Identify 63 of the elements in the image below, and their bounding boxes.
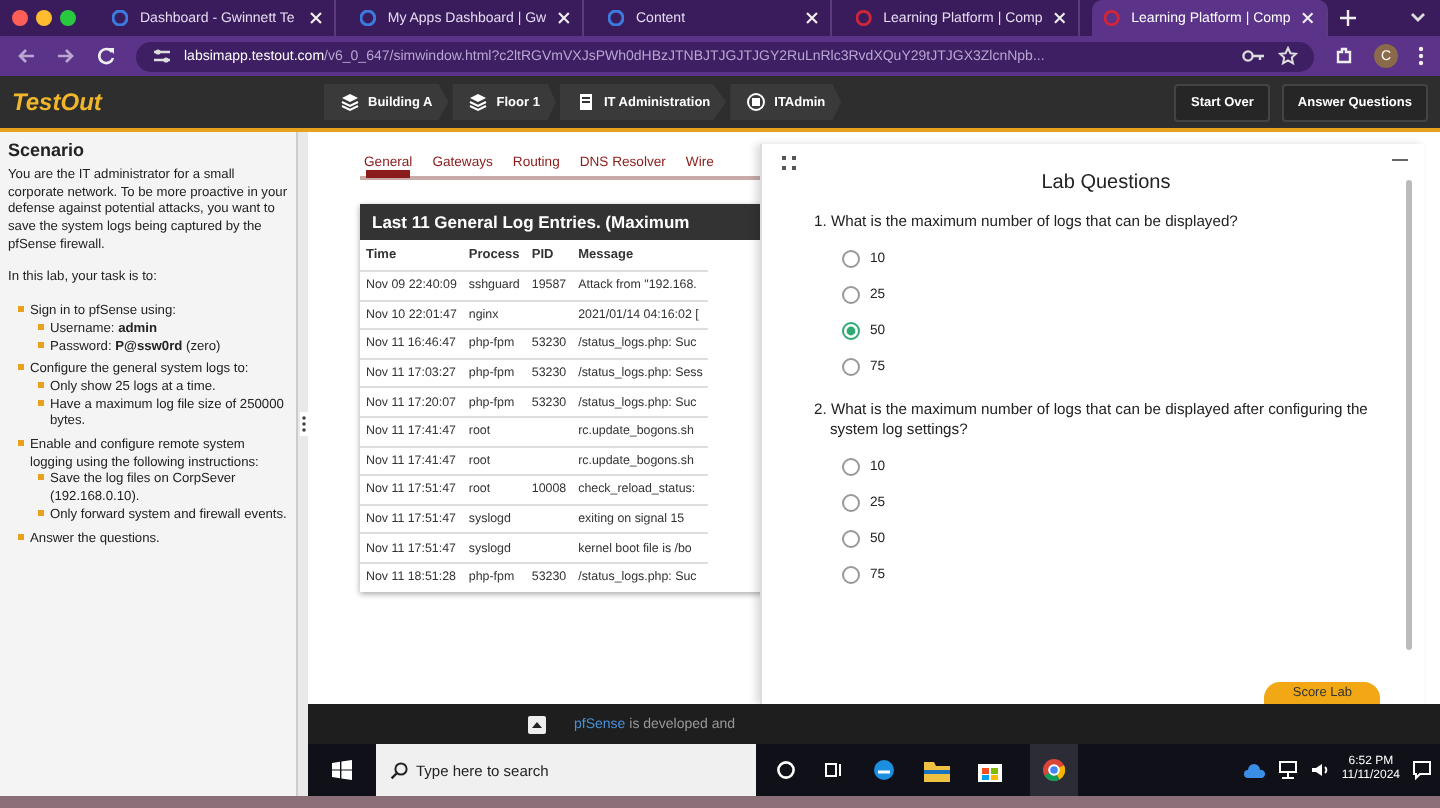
drag-handle-icon[interactable] — [299, 412, 307, 436]
layers-icon — [468, 92, 489, 112]
star-icon[interactable] — [1278, 46, 1298, 66]
chevron-icon[interactable] — [1408, 10, 1428, 26]
radio-button[interactable] — [842, 321, 860, 340]
radio-button[interactable] — [842, 457, 860, 476]
bullet-icon — [38, 341, 44, 347]
site-icon — [360, 10, 376, 26]
search-icon — [390, 761, 408, 779]
cloud-icon[interactable] — [1243, 763, 1266, 777]
logo: TestOut — [12, 88, 105, 116]
panel-title: Lab Questions — [1039, 172, 1173, 194]
scenario-title: Scenario — [8, 140, 87, 164]
bullet-icon — [38, 399, 44, 406]
windows-start-icon[interactable] — [332, 760, 352, 780]
table-title: Last 11 General Log Entries. (Maximum — [360, 204, 760, 240]
radio-button[interactable] — [842, 565, 860, 584]
bullet-icon — [38, 381, 44, 388]
cortana-icon[interactable] — [776, 760, 796, 780]
chrome-icon[interactable] — [1030, 744, 1078, 796]
edge-icon[interactable] — [872, 758, 896, 782]
device-icon — [746, 92, 767, 112]
site-settings-icon[interactable] — [152, 48, 172, 64]
document-icon — [575, 92, 596, 112]
radio-button[interactable] — [842, 357, 860, 376]
forward-icon[interactable] — [56, 46, 76, 66]
scrollbar[interactable] — [1406, 180, 1412, 650]
radio-button[interactable] — [842, 529, 860, 548]
site-icon — [112, 10, 128, 26]
collapse-icon[interactable] — [782, 156, 796, 170]
scroll-top-icon[interactable] — [528, 715, 546, 733]
notifications-icon[interactable] — [1412, 760, 1432, 780]
radio-button[interactable] — [842, 285, 860, 304]
volume-icon[interactable] — [1309, 760, 1330, 780]
radio-button[interactable] — [842, 249, 860, 268]
radio-button[interactable] — [842, 493, 860, 512]
bullet-icon — [38, 509, 44, 516]
bullet-icon — [38, 323, 44, 330]
back-icon[interactable] — [16, 46, 36, 66]
close-icon[interactable] — [558, 12, 570, 24]
store-icon[interactable] — [978, 758, 1002, 782]
close-icon[interactable] — [310, 12, 322, 24]
bullet-icon — [18, 364, 24, 371]
new-tab-icon[interactable] — [1340, 10, 1356, 26]
reload-icon[interactable] — [96, 46, 116, 66]
bullet-icon — [18, 306, 24, 313]
layers-icon — [340, 92, 360, 112]
key-icon[interactable] — [1242, 48, 1266, 64]
site-icon — [1104, 10, 1120, 26]
bullet-icon — [18, 533, 24, 540]
close-icon[interactable] — [1054, 12, 1066, 24]
bullet-icon — [38, 474, 44, 481]
minimize-icon[interactable] — [1392, 156, 1408, 164]
menu-icon[interactable] — [1418, 46, 1424, 66]
close-icon[interactable] — [806, 12, 818, 24]
bullet-icon — [18, 440, 24, 447]
site-icon — [608, 10, 624, 26]
task-view-icon[interactable] — [824, 760, 844, 780]
site-icon — [856, 10, 872, 26]
folder-icon[interactable] — [924, 759, 950, 781]
close-icon[interactable] — [1302, 12, 1314, 24]
network-icon[interactable] — [1277, 760, 1298, 780]
extensions-icon[interactable] — [1334, 46, 1354, 66]
